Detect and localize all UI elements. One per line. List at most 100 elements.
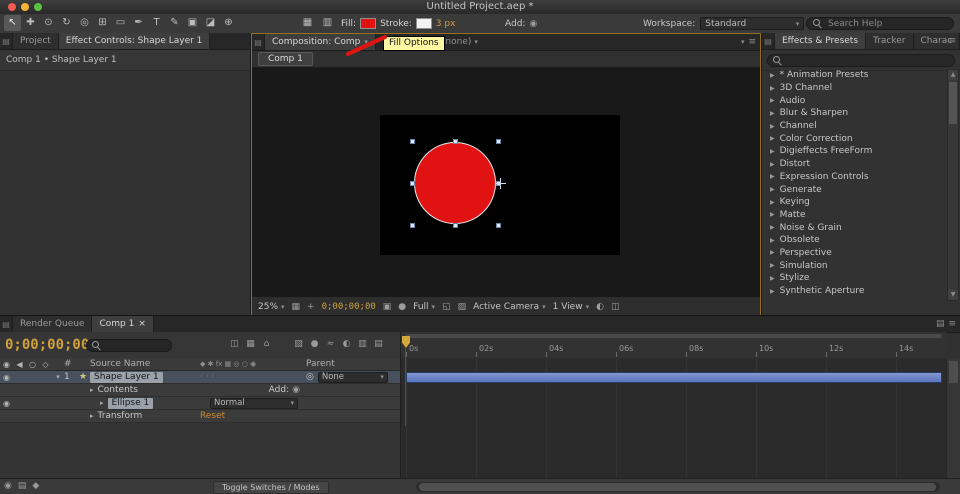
category-channel[interactable]: ▶Channel: [762, 120, 946, 133]
selection-handle-sw[interactable]: [410, 223, 415, 228]
add-shape-icon[interactable]: ◉: [292, 385, 300, 395]
parent-column-header[interactable]: Parent: [300, 359, 400, 369]
puppet-pin-tool-icon[interactable]: ⊕: [220, 15, 237, 31]
disclosure-triangle-icon[interactable]: ▶: [770, 123, 775, 130]
mini-flowchart-icon[interactable]: ◫: [228, 339, 241, 349]
timeline-track-area[interactable]: [400, 358, 946, 479]
panel-grip-icon[interactable]: ▤: [0, 33, 13, 49]
add-options-icon[interactable]: ◉: [529, 19, 537, 29]
pixel-aspect-icon[interactable]: ◐: [596, 302, 604, 312]
category-matte[interactable]: ▶Matte: [762, 209, 946, 222]
help-search[interactable]: [806, 17, 954, 30]
category-digieffects-freeform[interactable]: ▶Digieffects FreeForm: [762, 145, 946, 158]
workspace-icon-a[interactable]: ▦: [300, 15, 315, 31]
disclosure-triangle-icon[interactable]: ▸: [100, 399, 104, 407]
disclosure-triangle-icon[interactable]: ▶: [770, 199, 775, 206]
panel-grip-icon[interactable]: ▤: [762, 33, 775, 49]
disclosure-triangle-icon[interactable]: ▶: [770, 148, 775, 155]
ellipse-shape[interactable]: [414, 142, 496, 224]
fx-scrollbar[interactable]: ▲ ▼: [947, 69, 959, 301]
disclosure-triangle-icon[interactable]: ▶: [770, 161, 775, 168]
zoom-tool-icon[interactable]: ⊙: [40, 15, 57, 31]
toggle-switches-modes-button[interactable]: Toggle Switches / Modes: [213, 481, 329, 494]
selection-handle-se[interactable]: [496, 223, 501, 228]
clone-stamp-tool-icon[interactable]: ▣: [184, 15, 201, 31]
category-animation-presets[interactable]: ▶* Animation Presets: [762, 69, 946, 82]
expand-icon[interactable]: ▤: [372, 339, 385, 349]
crosshair-icon[interactable]: +: [307, 302, 315, 312]
anchor-point-icon[interactable]: [495, 178, 506, 189]
layer-duration-bar[interactable]: [406, 372, 942, 383]
disclosure-triangle-icon[interactable]: ▶: [770, 262, 775, 269]
disclosure-triangle-icon[interactable]: ▸: [90, 412, 94, 420]
hand-tool-icon[interactable]: ✚: [22, 15, 39, 31]
eraser-tool-icon[interactable]: ◪: [202, 15, 219, 31]
comp-chip[interactable]: Comp 1: [258, 52, 313, 66]
pickwhip-icon[interactable]: ◎: [306, 372, 314, 382]
disclosure-triangle-icon[interactable]: ▶: [770, 288, 775, 295]
fx-panel-menu[interactable]: ≡: [948, 33, 956, 49]
fx-search[interactable]: [767, 54, 955, 67]
group-row-contents[interactable]: ▸ Contents Add: ◉: [0, 384, 400, 397]
fx-scrollbar-thumb[interactable]: [949, 82, 957, 124]
disclosure-triangle-icon[interactable]: ▶: [770, 186, 775, 193]
scroll-up-icon[interactable]: ▲: [948, 70, 958, 80]
category-audio[interactable]: ▶Audio: [762, 94, 946, 107]
brainstorm-icon[interactable]: ≈: [324, 339, 337, 349]
grid-guides-icon[interactable]: ▦: [292, 302, 301, 312]
selection-handle-ne[interactable]: [496, 139, 501, 144]
timeline-timecode[interactable]: 0;00;00;00: [5, 337, 89, 353]
comp-panel-menu[interactable]: ▾ ≡: [741, 34, 756, 50]
comp-viewer[interactable]: [252, 68, 760, 296]
stroke-width-value[interactable]: 3 px: [436, 19, 456, 29]
disclosure-triangle-icon[interactable]: ▶: [770, 275, 775, 282]
timeline-horizontal-scrollbar-thumb[interactable]: [419, 483, 936, 491]
shy-icon[interactable]: ⌂: [260, 339, 273, 349]
graph-editor-icon[interactable]: ▥: [356, 339, 369, 349]
panel-grip-icon[interactable]: ▤: [0, 316, 13, 332]
workspace-dropdown[interactable]: Standard ▾: [700, 17, 804, 30]
ellipse-name[interactable]: Ellipse 1: [108, 398, 154, 409]
eye-icon[interactable]: ◉: [0, 373, 13, 382]
view-layout-dropdown[interactable]: 1 View ▾: [553, 302, 589, 312]
snapshot-icon[interactable]: ▣: [383, 302, 392, 312]
selection-handle-w[interactable]: [410, 181, 415, 186]
close-icon[interactable]: ×: [138, 319, 146, 329]
auto-keyframe-icon[interactable]: ◐: [340, 339, 353, 349]
magnification-dropdown[interactable]: 25% ▾: [258, 302, 285, 312]
comp-canvas[interactable]: [380, 115, 620, 255]
comp-timecode[interactable]: 0;00;00;00: [322, 302, 376, 312]
disclosure-triangle-icon[interactable]: ▶: [770, 97, 775, 104]
disclosure-triangle-icon[interactable]: ▶: [770, 224, 775, 231]
camera-tool-icon[interactable]: ◎: [76, 15, 93, 31]
disclosure-triangle-icon[interactable]: ▶: [770, 110, 775, 117]
tab-tracker[interactable]: Tracker: [866, 33, 913, 49]
layer-name[interactable]: Shape Layer 1: [90, 372, 163, 383]
timeline-search[interactable]: [86, 339, 172, 352]
time-ruler[interactable]: 0s 02s 04s 06s 08s 10s 12s 14s: [400, 332, 946, 358]
tab-project[interactable]: Project: [13, 33, 59, 49]
category-stylize[interactable]: ▶Stylize: [762, 272, 946, 285]
timeline-search-input[interactable]: [105, 340, 166, 352]
category-3d-channel[interactable]: ▶3D Channel: [762, 82, 946, 95]
motion-blur-icon[interactable]: ●: [308, 339, 321, 349]
type-tool-icon[interactable]: T: [148, 15, 165, 31]
layer-switches[interactable]: · · ·: [200, 372, 300, 382]
eye-icon[interactable]: ◉: [0, 399, 13, 408]
rotate-tool-icon[interactable]: ↻: [58, 15, 75, 31]
timeline-horizontal-scrollbar[interactable]: [416, 482, 940, 492]
tab-effect-controls[interactable]: Effect Controls: Shape Layer 1: [59, 33, 211, 49]
pan-behind-tool-icon[interactable]: ⊞: [94, 15, 111, 31]
reset-link[interactable]: Reset: [200, 411, 225, 421]
category-keying[interactable]: ▶Keying: [762, 196, 946, 209]
disclosure-triangle-icon[interactable]: ▶: [770, 237, 775, 244]
pen-tool-icon[interactable]: ✒: [130, 15, 147, 31]
category-synthetic-aperture[interactable]: ▶Synthetic Aperture: [762, 285, 946, 298]
help-search-input[interactable]: [826, 18, 950, 30]
disclosure-triangle-icon[interactable]: ▶: [770, 85, 775, 92]
stroke-swatch[interactable]: [416, 18, 432, 29]
brush-tool-icon[interactable]: ✎: [166, 15, 183, 31]
blend-mode-dropdown[interactable]: Normal ▾: [210, 398, 298, 409]
category-expression-controls[interactable]: ▶Expression Controls: [762, 171, 946, 184]
category-simulation[interactable]: ▶Simulation: [762, 259, 946, 272]
